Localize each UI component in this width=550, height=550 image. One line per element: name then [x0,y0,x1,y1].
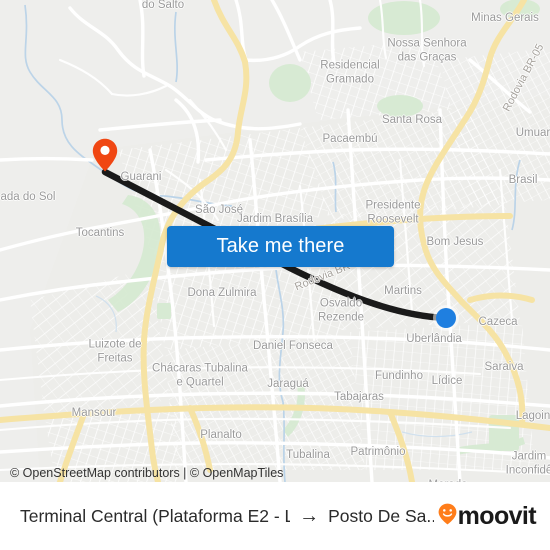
route-summary[interactable]: Terminal Central (Plataforma E2 - L... →… [20,506,434,527]
moovit-smiley-pin-icon [438,503,457,530]
take-me-there-button[interactable]: Take me there [167,226,394,267]
map-canvas[interactable]: do Salto Minas Gerais Nossa Senhora das Gr… [0,0,550,482]
route-footer-bar: Terminal Central (Plataforma E2 - L... →… [0,482,550,550]
moovit-route-map-screen: do Salto Minas Gerais Nossa Senhora das Gr… [0,0,550,550]
moovit-logo[interactable]: moovit [438,502,550,531]
destination-location-dot-icon[interactable] [436,308,456,328]
route-destination-label: Posto De Sa... [328,505,434,526]
moovit-wordmark: moovit [457,501,537,530]
arrow-right-icon: → [299,505,320,527]
map-attribution: © OpenStreetMap contributors | © OpenMap… [10,466,284,480]
route-origin-label: Terminal Central (Plataforma E2 - L... [20,505,291,526]
